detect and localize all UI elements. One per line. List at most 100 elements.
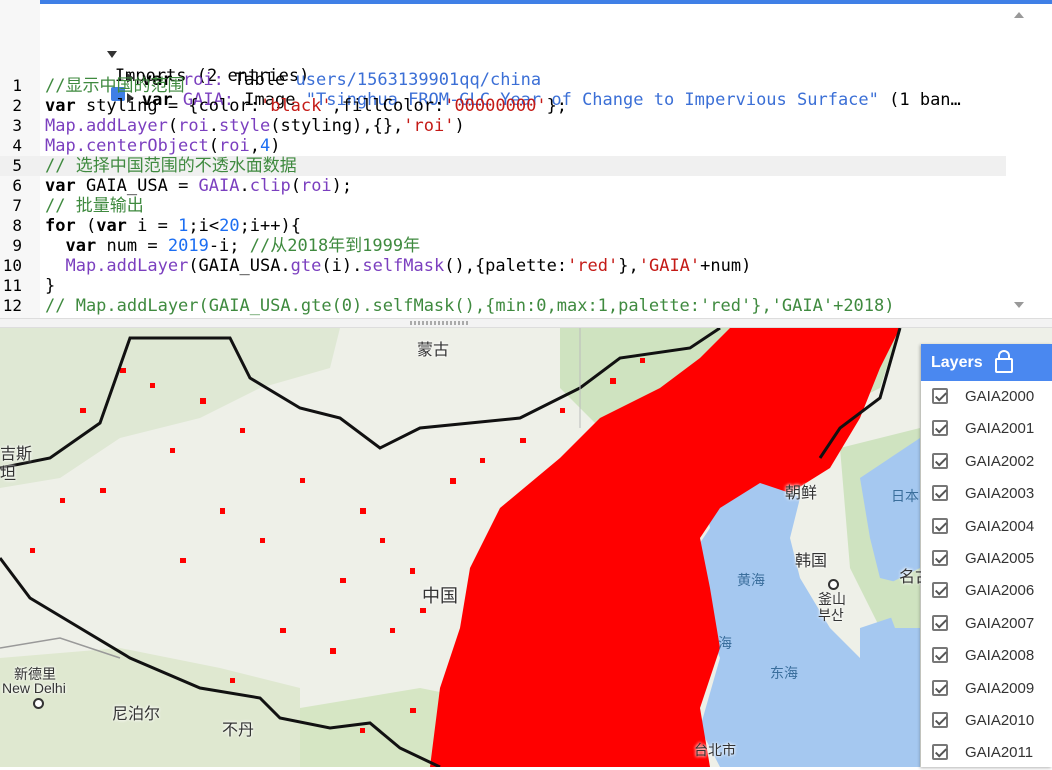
code-token: clip <box>249 176 291 196</box>
layer-checkbox-icon[interactable] <box>932 647 948 664</box>
sea-label: 黄海 <box>737 572 765 588</box>
code-editor[interactable]: Imports (2 entries) var roi: Table users… <box>0 0 1052 318</box>
line-number: 12 <box>2 296 22 315</box>
code-token: ) <box>454 116 465 136</box>
code-token: ,fillColor: <box>331 96 445 116</box>
layer-checkbox-icon[interactable] <box>932 582 948 599</box>
panel-divider[interactable] <box>0 318 1052 328</box>
code-line[interactable]: 5 // 选择中国范围的不透水面数据 <box>0 156 1006 176</box>
layer-checkbox-icon[interactable] <box>932 452 948 469</box>
map-label: 韩国 <box>795 553 828 570</box>
code-token: 'black' <box>259 96 332 116</box>
layer-name: GAIA2007 <box>965 614 1035 632</box>
layer-item[interactable]: GAIA2011 <box>921 737 1052 769</box>
layer-item[interactable]: GAIA2001 <box>921 413 1052 445</box>
layer-name: GAIA2010 <box>965 711 1035 729</box>
map-label: 蒙古 <box>417 342 450 359</box>
code-text: var styling = {color:'black',fillColor:'… <box>45 96 567 116</box>
code-token: ;i++){ <box>239 216 301 236</box>
code-line[interactable]: 2 var styling = {color:'black',fillColor:… <box>0 96 1006 116</box>
layer-checkbox-icon[interactable] <box>932 679 948 696</box>
scroll-up-icon[interactable] <box>1014 12 1024 18</box>
code-text: var GAIA_USA = GAIA.clip(roi); <box>45 176 352 196</box>
layer-name: GAIA2001 <box>965 420 1035 438</box>
code-token: . <box>239 176 250 196</box>
code-line[interactable]: 9 var num = 2019-i; //从2018年到1999年 <box>0 236 1006 256</box>
code-line[interactable]: 12 // Map.addLayer(GAIA_USA.gte(0).selfMa… <box>0 296 1006 316</box>
imports-header-row[interactable]: Imports (2 entries) <box>0 6 1006 101</box>
code-token: var <box>96 216 127 236</box>
layer-checkbox-icon[interactable] <box>932 614 948 631</box>
code-token: ); <box>331 176 353 196</box>
layer-item[interactable]: GAIA2002 <box>921 446 1052 478</box>
layer-checkbox-icon[interactable] <box>932 420 948 437</box>
code-line[interactable]: 7 // 批量输出 <box>0 196 1006 216</box>
layers-title: Layers <box>931 354 983 371</box>
layer-item[interactable]: GAIA2006 <box>921 575 1052 607</box>
layer-name: GAIA2005 <box>965 549 1035 567</box>
code-token: // 批量输出 <box>45 196 144 216</box>
layers-panel[interactable]: Layers GAIA2000 GAIA2001 GAIA2002 GAIA2003 G… <box>921 344 1052 767</box>
layer-item[interactable]: GAIA2008 <box>921 640 1052 672</box>
layer-item[interactable]: GAIA2007 <box>921 608 1052 640</box>
line-number: 9 <box>12 236 22 255</box>
code-token: roi <box>178 116 209 136</box>
code-line[interactable]: 11} <box>0 276 1006 296</box>
code-token: ( <box>208 136 220 156</box>
layer-checkbox-icon[interactable] <box>932 711 948 728</box>
line-number: 2 <box>12 96 22 115</box>
sea-pacific <box>860 608 920 767</box>
map-label: 부산 <box>818 607 844 623</box>
import-row-gaia[interactable]: var GAIA: Image "Tsinghua FROM-GLC Year … <box>0 50 1006 110</box>
code-text: } <box>45 276 55 296</box>
code-token: 2019 <box>167 236 209 256</box>
layer-item[interactable]: GAIA2005 <box>921 543 1052 575</box>
code-token: 'red' <box>567 256 619 276</box>
code-token: ;i< <box>188 216 220 236</box>
code-line[interactable]: 10 Map.addLayer(GAIA_USA.gte(i).selfMask… <box>0 256 1006 276</box>
code-text: //显示中国的范围 <box>45 76 184 96</box>
layer-checkbox-icon[interactable] <box>932 744 948 761</box>
layer-item[interactable]: GAIA2009 <box>921 673 1052 705</box>
layer-item[interactable]: GAIA2004 <box>921 511 1052 543</box>
map-label: 中国 <box>422 586 458 606</box>
code-line[interactable]: 3 Map.addLayer(roi.style(styling),{},'roi… <box>0 116 1006 136</box>
layer-checkbox-icon[interactable] <box>932 485 948 502</box>
code-line[interactable]: 6 var GAIA_USA = GAIA.clip(roi); <box>0 176 1006 196</box>
code-token: styling = {color: <box>75 96 260 116</box>
layer-name: GAIA2008 <box>965 647 1035 665</box>
line-number: 11 <box>2 276 22 295</box>
import-row-roi[interactable]: var roi: Table users/1563139901qq/china <box>0 30 1006 90</box>
code-line[interactable]: 4 Map.centerObject(roi,4) <box>0 136 1006 156</box>
code-line[interactable]: 8 for (var i = 1;i<20;i++){ <box>0 216 1006 236</box>
code-token: //显示中国的范围 <box>45 76 185 96</box>
code-token: 'GAIA' <box>638 256 701 276</box>
code-token: gte <box>290 256 322 276</box>
scroll-down-icon[interactable] <box>1014 302 1024 308</box>
code-token: +num) <box>700 256 752 276</box>
code-line[interactable]: 1 //显示中国的范围 <box>0 76 1006 96</box>
line-number: 1 <box>12 76 22 95</box>
layer-checkbox-icon[interactable] <box>932 517 948 534</box>
layer-item[interactable]: GAIA2003 <box>921 478 1052 510</box>
code-token: style <box>219 116 271 136</box>
line-number: 6 <box>12 176 22 195</box>
layer-checkbox-icon[interactable] <box>932 388 948 404</box>
layer-checkbox-icon[interactable] <box>932 549 948 566</box>
code-token: Map.centerObject <box>45 136 209 156</box>
line-number: 10 <box>2 256 22 275</box>
layer-item[interactable]: GAIA2000 <box>921 381 1052 413</box>
code-token: roi <box>219 136 250 156</box>
resize-grip-icon[interactable] <box>410 321 470 325</box>
lock-icon[interactable] <box>995 350 1013 373</box>
layer-name: GAIA2003 <box>965 485 1035 503</box>
sea-label: 日本 <box>891 488 919 504</box>
layer-name: GAIA2009 <box>965 679 1035 697</box>
layer-item[interactable]: GAIA2010 <box>921 705 1052 737</box>
map-label: 尼泊尔 <box>112 706 161 723</box>
map-view[interactable]: 蒙古 吉斯 坦 中国 新德里 New Delhi 尼泊尔 不丹 朝鲜 韩国 釜山… <box>0 328 1052 767</box>
code-token: 'roi' <box>403 116 455 136</box>
layers-header[interactable]: Layers <box>921 344 1052 381</box>
